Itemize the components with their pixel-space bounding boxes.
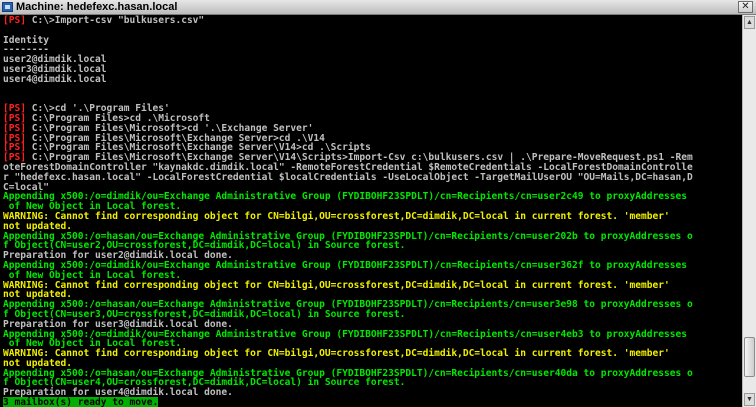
console-line: [PS] C:\>Import-csv "bulkusers.csv" [3, 16, 742, 26]
console-line: r "hedefexc.hasan.local" -LocalForestCre… [3, 171, 693, 183]
console-line: user2@dimdik.local [3, 54, 107, 66]
window-title: Machine: hedefexc.hasan.local [16, 1, 178, 13]
ps-prompt-prefix: [PS] [3, 15, 32, 26]
vertical-scrollbar[interactable]: ▲ ▼ [742, 15, 756, 407]
console-window-icon[interactable] [2, 2, 13, 12]
console-line: WARNING: Cannot find corresponding objec… [3, 348, 670, 360]
console-line: WARNING: Cannot find corresponding objec… [3, 210, 670, 222]
console-line: -------- [3, 44, 49, 56]
scroll-up-arrow-icon[interactable]: ▲ [744, 16, 755, 29]
console-line: 3 mailbox(s) ready to move. [3, 397, 742, 407]
console-output[interactable]: [PS] C:\>Import-csv "bulkusers.csv" Ident… [0, 15, 742, 407]
command-text: C:\>Import-csv "bulkusers.csv" [31, 15, 205, 26]
console-line: user4@dimdik.local [3, 73, 107, 85]
console-line: WARNING: Cannot find corresponding objec… [3, 279, 670, 291]
console-text: [PS] C:\>Import-csv "bulkusers.csv" Ident… [0, 15, 742, 407]
close-button[interactable]: ✕ [738, 1, 753, 13]
scrollbar-thumb[interactable] [744, 337, 755, 377]
window-title-bar[interactable]: Machine: hedefexc.hasan.local ✕ [0, 0, 756, 15]
scroll-down-arrow-icon[interactable]: ▼ [744, 393, 755, 406]
console-line: user3@dimdik.local [3, 63, 107, 75]
console-line: Identity [3, 34, 49, 46]
summary-highlight: 3 mailbox(s) ready to move. [3, 397, 159, 407]
